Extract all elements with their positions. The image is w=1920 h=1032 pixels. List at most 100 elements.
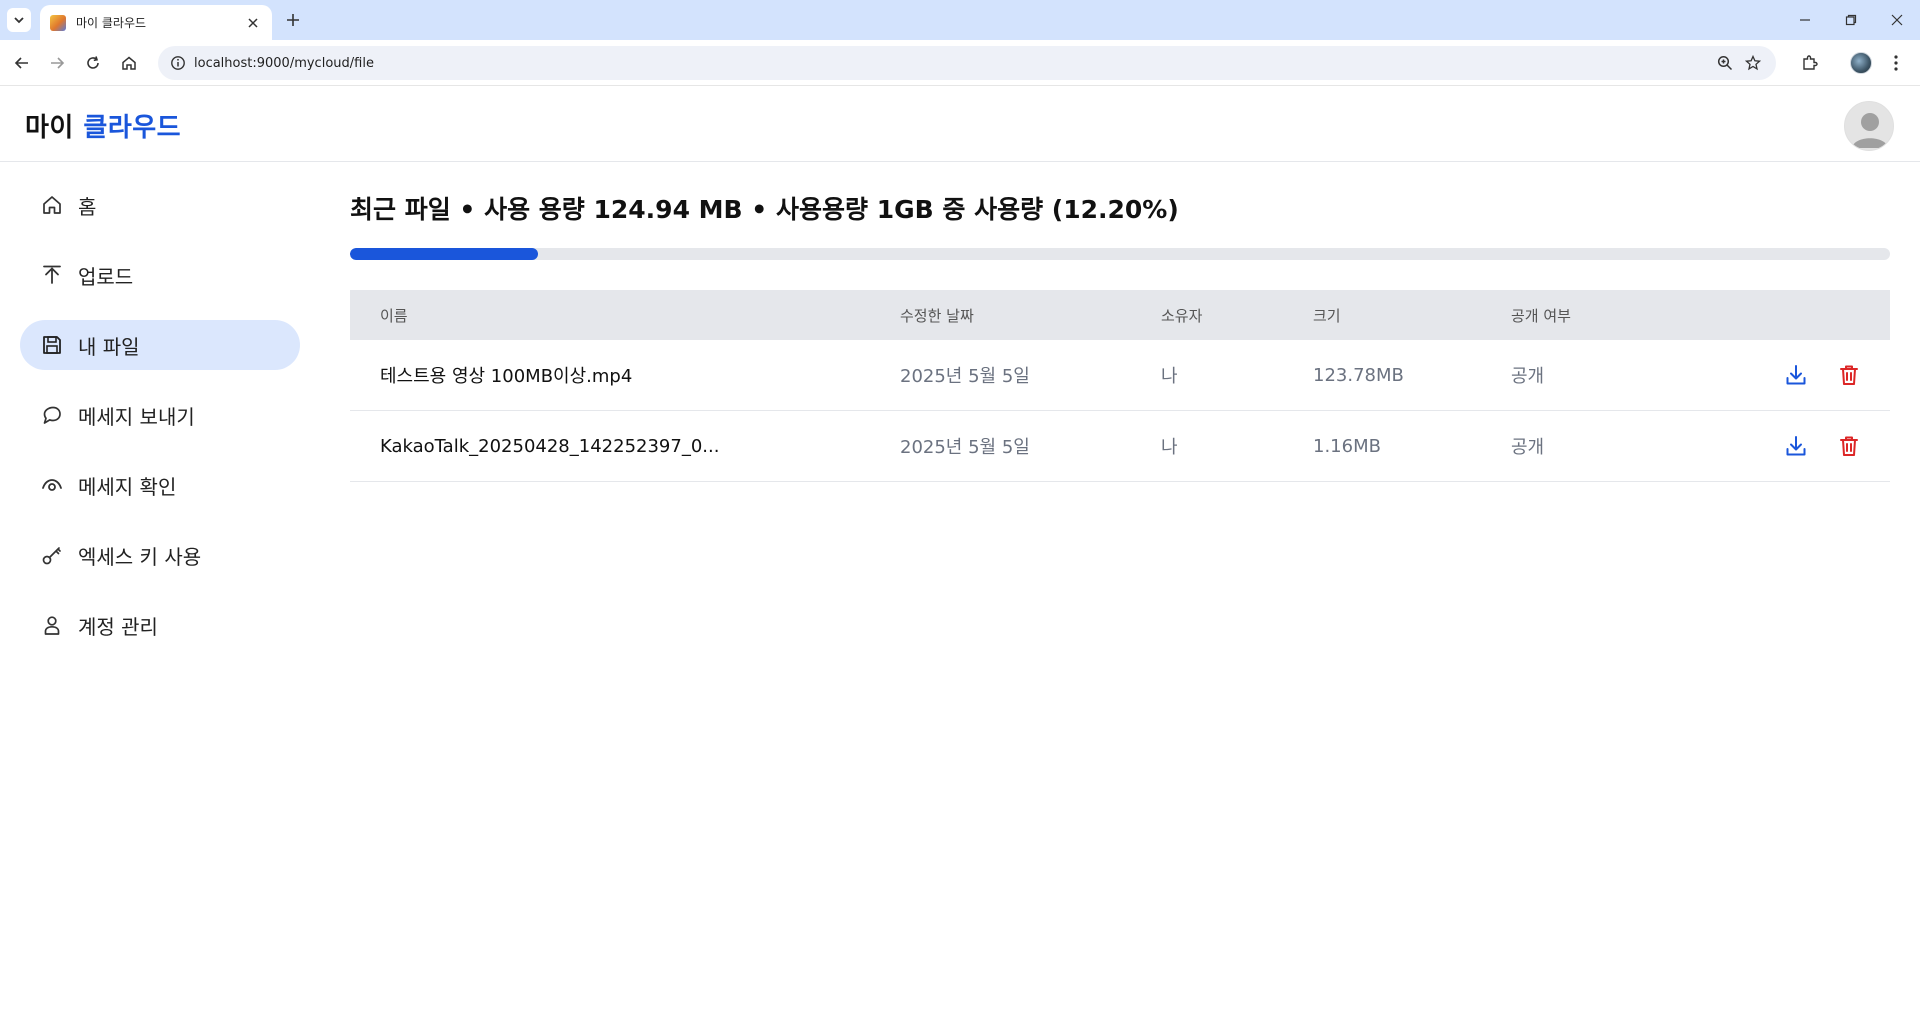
storage-usage-fill (350, 248, 538, 260)
page-title: 최근 파일 • 사용 용량 124.94 MB • 사용용량 1GB 중 사용량… (350, 195, 1179, 224)
puzzle-piece-icon (1803, 55, 1818, 70)
delete-button[interactable] (1836, 362, 1862, 388)
sidebar-item-send-message[interactable]: 메세지 보내기 (20, 390, 300, 440)
close-icon (248, 17, 258, 28)
tab-title: 마이 클라우드 (76, 16, 147, 30)
browser-tabstrip: 마이 클라우드 (0, 0, 1920, 40)
column-header-name: 이름 (380, 306, 408, 325)
app-header: 마이 클라우드 (0, 87, 1920, 162)
home-icon (122, 56, 136, 70)
brand-text-2: 클라우드 (83, 113, 182, 143)
profile-avatar (1850, 52, 1872, 74)
home-icon (41, 194, 63, 216)
sidebar-item-label: 메세지 보내기 (78, 404, 195, 429)
file-owner: 나 (1161, 437, 1178, 458)
row-actions (1731, 433, 1890, 459)
file-visibility: 공개 (1511, 437, 1545, 458)
minimize-icon (1800, 19, 1810, 21)
key-icon (41, 544, 63, 566)
tab-search-button[interactable] (7, 8, 31, 32)
sidebar-item-label: 업로드 (78, 264, 134, 289)
download-icon (1786, 365, 1806, 385)
download-icon (1786, 436, 1806, 456)
profile-button[interactable] (1848, 50, 1874, 76)
eye-icon (41, 474, 63, 496)
table-header: 이름 수정한 날짜 소유자 크기 공개 여부 (350, 290, 1890, 340)
row-actions (1731, 362, 1890, 388)
trash-icon (1840, 436, 1858, 456)
sidebar-item-label: 엑세스 키 사용 (78, 544, 202, 569)
browser-tab[interactable]: 마이 클라우드 (40, 5, 272, 40)
brand-logo[interactable]: 마이 클라우드 (25, 107, 181, 144)
file-name[interactable]: KakaoTalk_20250428_142252397_0... (350, 436, 900, 457)
browser-toolbar: localhost:9000/mycloud/file (0, 40, 1920, 86)
restore-icon (1845, 14, 1857, 26)
file-table: 이름 수정한 날짜 소유자 크기 공개 여부 테스트용 영상 100MB이상.m… (350, 290, 1890, 482)
plus-icon (287, 14, 299, 26)
zoom-button[interactable] (1716, 54, 1734, 72)
column-header-size: 크기 (1313, 306, 1341, 325)
sidebar-item-upload[interactable]: 업로드 (20, 250, 300, 300)
new-tab-button[interactable] (282, 9, 304, 31)
sidebar-item-account[interactable]: 계정 관리 (20, 600, 300, 650)
favicon-icon (50, 14, 66, 31)
star-icon (1745, 55, 1761, 71)
user-icon (41, 614, 63, 636)
main-content: 최근 파일 • 사용 용량 124.94 MB • 사용용량 1GB 중 사용량… (350, 190, 1890, 482)
sidebar-item-my-files[interactable]: 내 파일 (20, 320, 300, 370)
reload-button[interactable] (80, 50, 106, 76)
home-button[interactable] (116, 50, 142, 76)
chat-bubble-icon (41, 404, 63, 426)
zoom-icon (1717, 55, 1733, 71)
arrow-left-icon (14, 57, 28, 69)
file-name[interactable]: 테스트용 영상 100MB이상.mp4 (350, 362, 900, 388)
chevron-down-icon (14, 17, 24, 24)
download-button[interactable] (1783, 433, 1809, 459)
sidebar-item-label: 홈 (78, 194, 97, 219)
delete-button[interactable] (1836, 433, 1862, 459)
user-avatar[interactable] (1844, 101, 1894, 151)
file-visibility: 공개 (1511, 366, 1545, 387)
minimize-button[interactable] (1782, 0, 1828, 40)
restore-button[interactable] (1828, 0, 1874, 40)
extensions-button[interactable] (1797, 50, 1823, 76)
sidebar-item-label: 메세지 확인 (78, 474, 177, 499)
sidebar-item-home[interactable]: 홈 (20, 180, 300, 230)
sidebar-item-label: 내 파일 (78, 334, 140, 359)
sidebar-item-check-message[interactable]: 메세지 확인 (20, 460, 300, 510)
column-header-modified: 수정한 날짜 (900, 306, 974, 325)
bookmark-button[interactable] (1744, 54, 1762, 72)
close-window-button[interactable] (1874, 0, 1920, 40)
upload-icon (41, 264, 63, 286)
arrow-right-icon (51, 57, 65, 69)
floppy-disk-icon (41, 334, 63, 356)
address-bar[interactable]: localhost:9000/mycloud/file (158, 46, 1776, 80)
column-header-owner: 소유자 (1161, 306, 1203, 325)
file-size: 1.16MB (1313, 435, 1381, 457)
file-owner: 나 (1161, 366, 1178, 387)
sidebar: 홈 업로드 내 파일 메세지 보내기 메세지 확인 엑세스 키 사용 계정 관리 (20, 180, 300, 670)
column-header-visibility: 공개 여부 (1511, 306, 1571, 325)
file-size: 123.78MB (1313, 364, 1404, 386)
sidebar-item-label: 계정 관리 (78, 614, 158, 639)
forward-button[interactable] (44, 50, 70, 76)
table-row[interactable]: 테스트용 영상 100MB이상.mp4 2025년 5월 5일 나 123.78… (350, 340, 1890, 411)
table-row[interactable]: KakaoTalk_20250428_142252397_0... 2025년 … (350, 411, 1890, 482)
reload-icon (87, 56, 99, 69)
site-info-icon[interactable] (170, 55, 186, 71)
brand-text-1: 마이 (25, 113, 74, 143)
url-text[interactable]: localhost:9000/mycloud/file (194, 56, 374, 71)
trash-icon (1840, 365, 1858, 385)
sidebar-item-access-key[interactable]: 엑세스 키 사용 (20, 530, 300, 580)
close-icon (1891, 14, 1903, 26)
browser-menu-button[interactable] (1886, 50, 1906, 76)
avatar-person-icon (1852, 113, 1888, 148)
file-date: 2025년 5월 5일 (900, 366, 1030, 387)
download-button[interactable] (1783, 362, 1809, 388)
tab-close-button[interactable] (244, 14, 262, 32)
back-button[interactable] (9, 50, 35, 76)
file-date: 2025년 5월 5일 (900, 437, 1030, 458)
more-vert-icon (1894, 55, 1898, 71)
storage-usage-bar (350, 248, 1890, 260)
window-controls (1782, 0, 1920, 40)
